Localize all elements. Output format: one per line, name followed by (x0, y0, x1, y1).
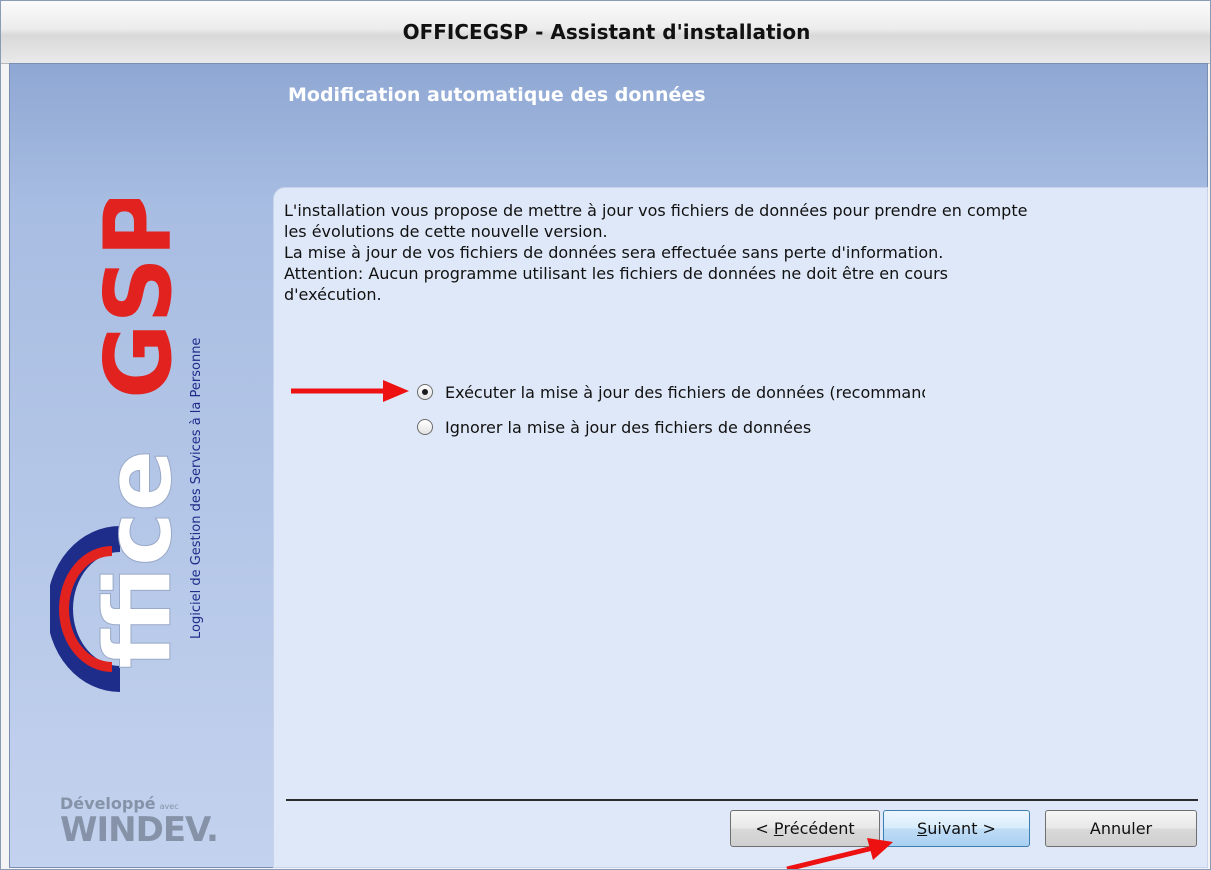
next-mnemonic: S (917, 819, 928, 838)
annotation-arrow-up (786, 838, 893, 869)
step-heading: Modification automatique des données (288, 84, 706, 106)
radio-ignore-update[interactable] (417, 419, 433, 435)
wizard-body: Modification automatique des données ffi… (9, 63, 1208, 868)
content-panel: L'installation vous propose de mettre à … (273, 187, 1208, 868)
description-line: d'exécution. (284, 285, 382, 304)
logo-tagline: Logiciel de Gestion des Services à la Pe… (189, 338, 204, 639)
cancel-button[interactable]: Annuler (1045, 810, 1197, 847)
logo-brand: GSP (85, 199, 192, 399)
option-run-update-label[interactable]: Exécuter la mise à jour des fichiers de … (445, 383, 925, 402)
description: L'installation vous propose de mettre à … (284, 200, 1204, 305)
previous-prefix: < (755, 819, 774, 838)
next-rest: uivant > (927, 819, 996, 838)
logo-letters: ffice (85, 449, 192, 669)
windev-logo: Développé avec WINDEV. (60, 794, 219, 850)
description-line: La mise à jour de vos fichiers de donnée… (284, 243, 944, 262)
title-bar[interactable]: OFFICEGSP - Assistant d'installation (1, 1, 1210, 64)
officegsp-logo: ffice GSP Logiciel de Gestion des Servic… (50, 199, 204, 692)
description-line: Attention: Aucun programme utilisant les… (284, 264, 949, 283)
option-ignore-update-label[interactable]: Ignorer la mise à jour des fichiers de d… (445, 418, 925, 437)
radio-run-update[interactable] (417, 384, 433, 400)
option-run-update[interactable]: Exécuter la mise à jour des fichiers de … (417, 380, 925, 404)
window-title: OFFICEGSP - Assistant d'installation (402, 20, 811, 44)
option-ignore-update[interactable]: Ignorer la mise à jour des fichiers de d… (417, 415, 925, 439)
description-line: les évolutions de cette nouvelle version… (284, 222, 608, 241)
windev-label: WINDEV. (60, 810, 219, 850)
annotation-arrow-left (291, 380, 409, 402)
description-line: L'installation vous propose de mettre à … (284, 201, 1028, 220)
button-divider (286, 799, 1198, 801)
next-button[interactable]: Suivant > (883, 810, 1030, 847)
installer-window: OFFICEGSP - Assistant d'installation Mod… (0, 0, 1211, 870)
